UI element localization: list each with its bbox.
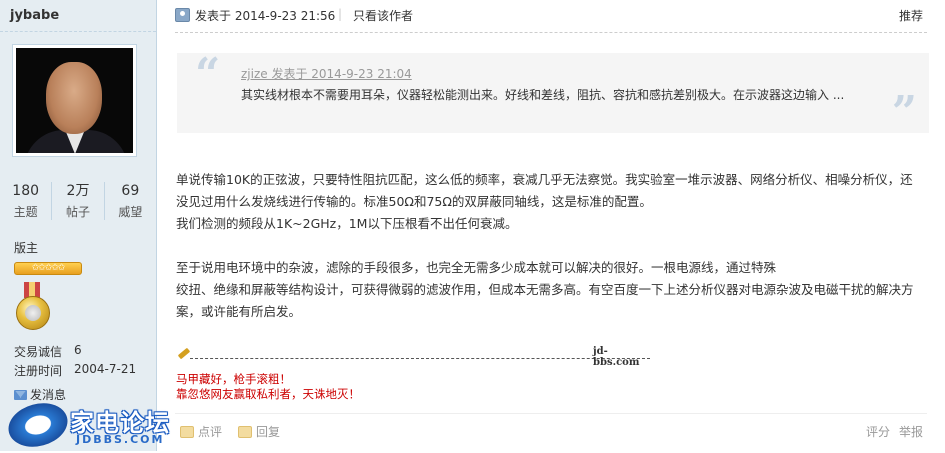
avatar-image: [16, 48, 133, 153]
quote-block: “ zjize 发表于 2014-9-23 21:04 其实线材根本不需要用耳朵…: [177, 49, 929, 138]
comment-button[interactable]: 点评: [180, 423, 222, 440]
reply-label: 回复: [256, 425, 281, 439]
post-body: 单说传输10K的正弦波，只要特性阻抗匹配，这么低的频率，衰减几乎无法察觉。我实验…: [176, 169, 921, 323]
username-link[interactable]: jybabe: [10, 8, 59, 23]
trade-credit-value[interactable]: 6: [74, 343, 82, 357]
divider: [175, 413, 927, 414]
user-role[interactable]: 版主: [14, 239, 38, 256]
comment-label: 点评: [198, 425, 223, 439]
report-label: 举报: [899, 425, 924, 439]
rate-button[interactable]: 评分: [866, 423, 890, 440]
post-time: 发表于 2014-9-23 21:56: [195, 9, 336, 23]
post-content: 发表于 2014-9-23 21:56 | 只看该作者 推荐 “ zjize 发…: [158, 0, 945, 451]
user-stats: 180 主题 2万 帖子 69 威望: [0, 182, 156, 220]
close-quote-icon: ”: [891, 87, 917, 138]
stat-label: 帖子: [65, 205, 90, 219]
stat-label: 主题: [13, 205, 38, 219]
recommend-link[interactable]: 推荐: [899, 7, 923, 24]
reply-icon: [238, 425, 252, 438]
post-paragraph: 我们检测的频段从1K~2GHz，1M以下压根看不出任何衰减。: [176, 216, 518, 231]
separator: |: [338, 7, 343, 21]
stat-value: 69: [121, 183, 140, 199]
site-mark: jd-bbs.com: [593, 346, 640, 368]
stat-prestige[interactable]: 69 威望: [105, 182, 156, 220]
quote-text: 其实线材根本不需要用耳朵，仪器轻松能测出来。好线和差线，阻抗、容抗和感抗差别极大…: [241, 88, 845, 102]
signature-line: 靠忽悠网友赢取私利者，天诛地灭！: [176, 387, 360, 401]
envelope-icon: [14, 389, 27, 400]
register-date-label: 注册时间: [14, 364, 63, 378]
open-quote-icon: “: [195, 49, 221, 100]
post-header: 发表于 2014-9-23 21:56 | 只看该作者 推荐: [175, 7, 945, 23]
stat-threads[interactable]: 180 主题: [0, 182, 53, 220]
register-date-value: 2004-7-21: [74, 362, 137, 376]
trade-credit: 交易诚信 6: [14, 343, 82, 360]
send-message-label: 发消息: [30, 388, 67, 402]
stat-posts[interactable]: 2万 帖子: [52, 182, 105, 220]
user-sidebar: jybabe 180 主题 2万 帖子 69 威望 版主 ✩✩✩✩✩ 交易诚信 …: [0, 0, 157, 451]
trade-credit-label: 交易诚信: [14, 345, 63, 359]
post-paragraph: 至于说用电环境中的杂波，滤除的手段很多，也完全无需多少成本就可以解决的很好。一根…: [176, 260, 777, 275]
medal-icon[interactable]: [16, 282, 50, 332]
online-status-icon: [175, 8, 190, 22]
comment-icon: [180, 425, 194, 438]
stat-label: 威望: [118, 205, 143, 219]
stat-value: 2万: [66, 183, 90, 199]
post-paragraph: 单说传输10K的正弦波，只要特性阻抗匹配，这么低的频率，衰减几乎无法察觉。我实验…: [176, 172, 913, 209]
post-paragraph: 绞扭、绝缘和屏蔽等结构设计，可获得微弱的滤波作用，但成本无需多高。有空百度一下上…: [176, 282, 914, 319]
avatar[interactable]: [12, 44, 137, 157]
divider: [175, 32, 927, 33]
reply-button[interactable]: 回复: [238, 423, 280, 440]
divider: [0, 31, 156, 32]
pencil-icon: [177, 347, 191, 360]
avatar-face: [46, 62, 102, 134]
signature-line: 马甲藏好，枪手滚粗！: [176, 372, 291, 386]
rank-stars-icon: ✩✩✩✩✩: [14, 262, 82, 275]
medal-disc: [16, 296, 50, 330]
stat-value: 180: [12, 183, 40, 199]
register-date: 注册时间 2004-7-21: [14, 362, 136, 379]
rate-label: 评分: [866, 425, 891, 439]
logo-swoosh-icon: [3, 396, 73, 453]
author-only-link[interactable]: 只看该作者: [353, 7, 413, 24]
quote-author-link[interactable]: zjize 发表于 2014-9-23 21:04: [241, 65, 412, 82]
dashed-line: [190, 358, 650, 359]
signature-divider: jd-bbs.com: [176, 346, 650, 368]
watermark-subtitle: JDBBS.COM: [76, 433, 165, 446]
send-message-button[interactable]: 发消息: [14, 386, 66, 403]
report-button[interactable]: 举报: [899, 423, 923, 440]
